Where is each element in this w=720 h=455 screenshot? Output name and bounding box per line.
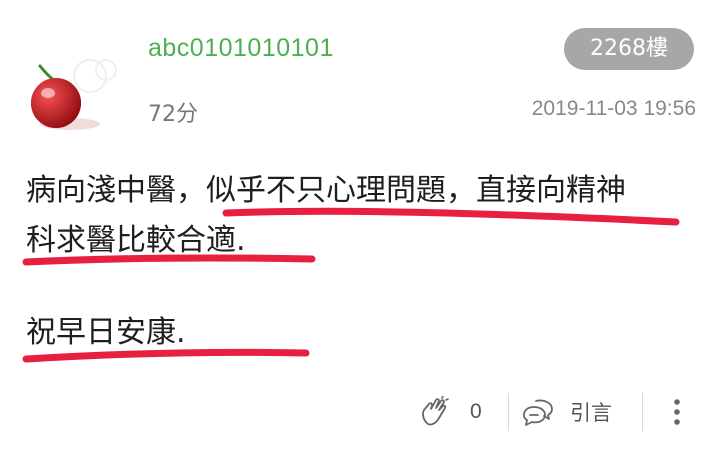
divider [642, 393, 643, 431]
post-timestamp: 2019-11-03 19:56 [531, 97, 696, 120]
more-vertical-icon [674, 399, 680, 425]
more-options-button[interactable] [660, 391, 694, 433]
content-line: 病向淺中醫，似乎不只心理問題，直接向精神 [26, 173, 626, 208]
quote-button[interactable]: 引言 [522, 391, 632, 433]
username-link[interactable]: abc0101010101 [148, 34, 334, 63]
clap-icon [422, 396, 449, 426]
post-actions: 0 引言 [0, 385, 720, 439]
like-count: 0 [470, 400, 482, 423]
floor-badge: 2268樓 [564, 28, 694, 70]
quote-label: 引言 [570, 401, 612, 425]
content-line: 科求醫比較合適. [26, 223, 246, 258]
user-score: 72分 [148, 102, 198, 127]
avatar[interactable] [18, 48, 128, 138]
content-line: 祝早日安康. [26, 315, 186, 350]
divider [508, 393, 509, 431]
like-button[interactable]: 0 [420, 391, 500, 433]
post-content: 病向淺中醫，似乎不只心理問題，直接向精神 科求醫比較合適. 祝早日安康. [26, 166, 706, 358]
quote-bubble-icon [523, 399, 553, 426]
cherry-avatar-icon [31, 59, 117, 130]
